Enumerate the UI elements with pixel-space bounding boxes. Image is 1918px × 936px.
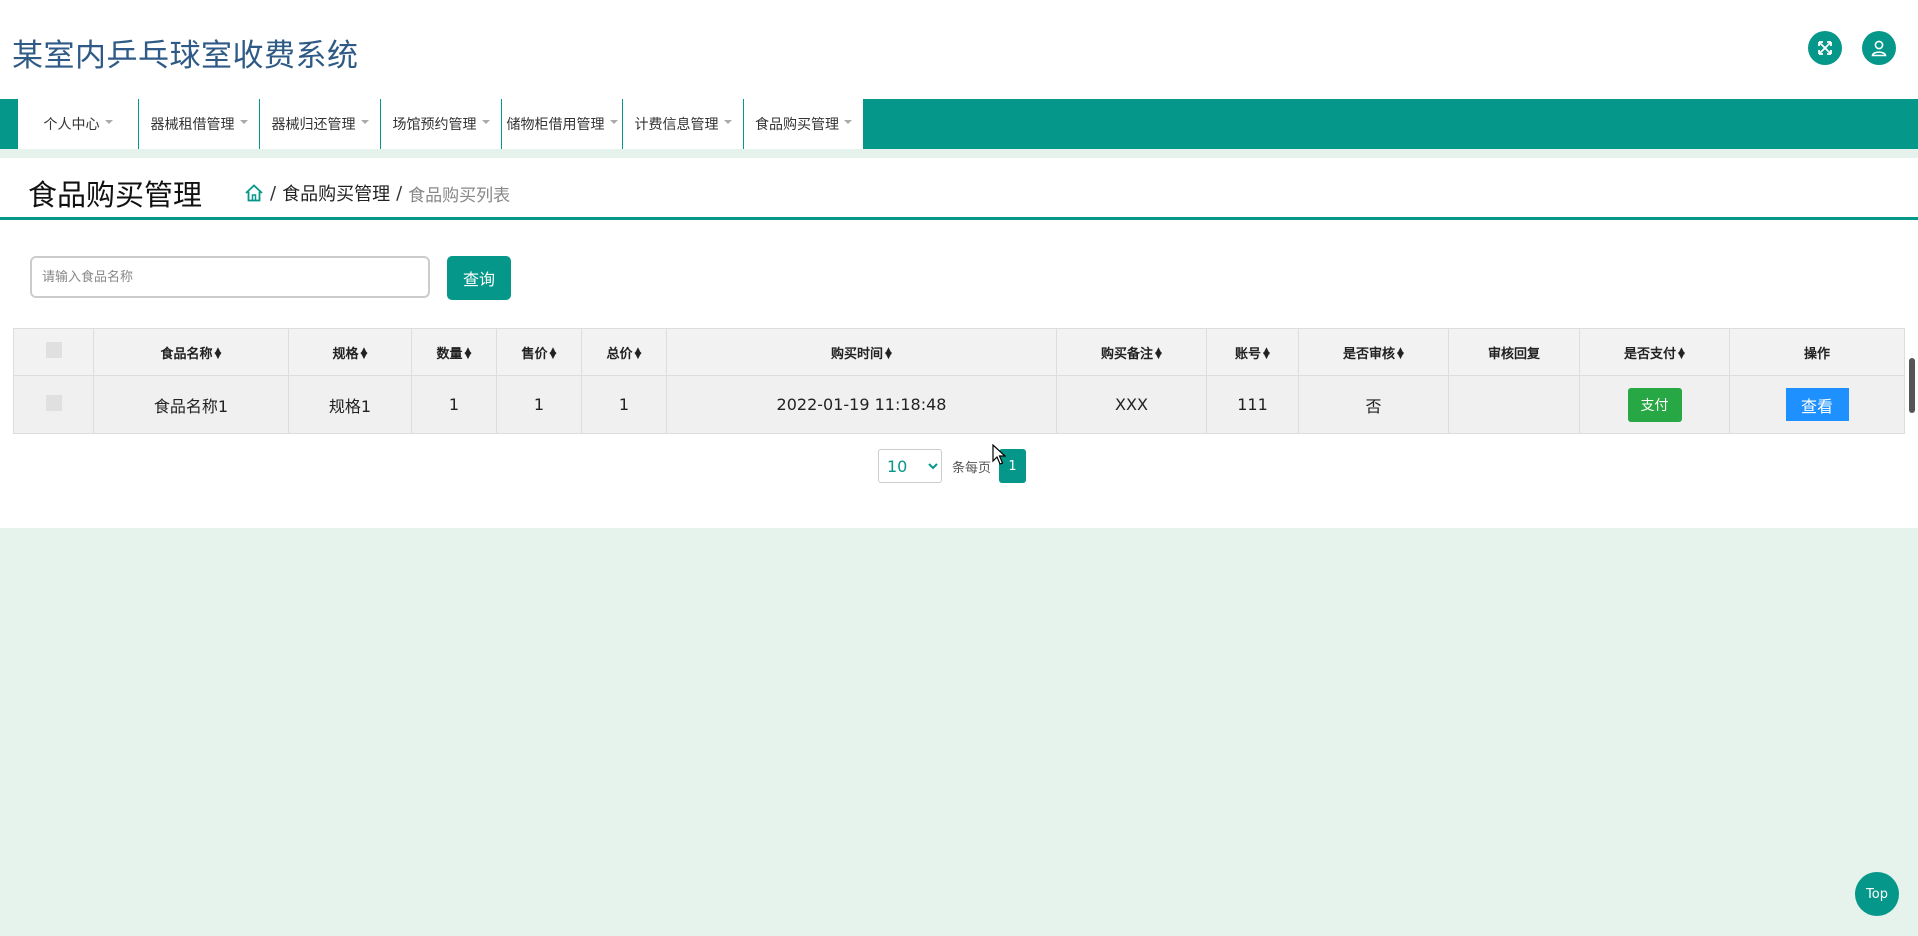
home-icon[interactable]	[244, 183, 264, 203]
nav-item-equipment-rental[interactable]: 器械租借管理	[139, 99, 260, 149]
column-header[interactable]: 是否支付 ▲ ▼	[1579, 328, 1730, 376]
cell-total: 1	[581, 375, 667, 434]
table-row: 食品名称1 规格1 1 1 1 2022-01-19 11:18:48 XXX …	[13, 375, 1905, 434]
sort-icon: ▲ ▼	[464, 346, 472, 361]
nav-item-label: 计费信息管理	[634, 117, 719, 133]
per-page-label: 条每页	[952, 460, 992, 476]
main-nav: 个人中心 器械租借管理 器械归还管理 场馆预约管理 储物柜借用管理 计费信息管理…	[0, 99, 1918, 149]
cell-qty: 1	[411, 375, 497, 434]
column-header[interactable]: 规格 ▲ ▼	[288, 328, 412, 376]
content-panel: 食品购买管理 / 食品购买管理 / 食品购买列表 查询 食品名称▲▼ 规格	[0, 158, 1918, 528]
nav-item-billing-info[interactable]: 计费信息管理	[623, 99, 744, 149]
cell-reviewed: 否	[1298, 375, 1449, 434]
scrollbar[interactable]	[1906, 355, 1918, 417]
back-to-top-button[interactable]: Top	[1855, 872, 1899, 916]
cell-time: 2022-01-19 11:18:48	[666, 375, 1057, 434]
breadcrumb-separator: /	[396, 182, 403, 204]
column-header[interactable]: 售价 ▲ ▼	[496, 328, 582, 376]
cell-name: 食品名称1	[93, 375, 289, 434]
fullscreen-button[interactable]	[1808, 31, 1842, 65]
row-select-cell	[13, 375, 94, 434]
column-header[interactable]: 购买时间 ▲ ▼	[666, 328, 1057, 376]
caret-down-icon	[239, 120, 248, 124]
nav-item-label: 器械租借管理	[150, 117, 235, 133]
cell-account: 111	[1206, 375, 1299, 434]
cell-reply	[1448, 375, 1580, 434]
pay-button[interactable]: 支付	[1627, 387, 1682, 422]
search-button[interactable]: 查询	[447, 256, 511, 300]
column-header[interactable]: 总价 ▲ ▼	[581, 328, 667, 376]
sort-icon: ▲ ▼	[885, 346, 892, 361]
search-input[interactable]	[30, 256, 430, 298]
caret-down-icon	[609, 120, 618, 124]
user-button[interactable]	[1862, 31, 1896, 65]
cell-payment: 支付	[1579, 375, 1730, 434]
column-header: 操作	[1729, 328, 1905, 376]
nav-item-label: 场馆预约管理	[392, 117, 477, 133]
nav-item-venue-booking[interactable]: 场馆预约管理	[381, 99, 502, 149]
app-title: 某室内乒乓球室收费系统	[12, 38, 359, 74]
food-purchase-table: 食品名称 ▲ ▼ 规格 ▲ ▼ 数量 ▲ ▼ 售价 ▲ ▼ 总价 ▲ ▼ 购买时间 ▲ ▼ 购买备注 ▲ ▼…	[13, 328, 1905, 434]
column-header[interactable]: 食品名称 ▲ ▼	[93, 328, 289, 376]
table-header-row: 食品名称 ▲ ▼ 规格 ▲ ▼ 数量 ▲ ▼ 售价 ▲ ▼ 总价 ▲ ▼ 购买时间 ▲ ▼ 购买备注 ▲ ▼…	[13, 328, 1905, 376]
breadcrumb: / 食品购买管理 / 食品购买列表	[244, 180, 510, 206]
cell-actions: 查看	[1729, 375, 1905, 434]
header-bar: 某室内乒乓球室收费系统	[0, 0, 1918, 99]
column-header[interactable]: 数量 ▲ ▼	[411, 328, 497, 376]
nav-item-locker-borrow[interactable]: 储物柜借用管理	[502, 99, 623, 149]
cell-spec: 规格1	[288, 375, 412, 434]
sort-icon: ▲ ▼	[549, 346, 557, 361]
page-header: 食品购买管理 / 食品购买管理 / 食品购买列表	[0, 158, 1918, 220]
sort-icon: ▲ ▼	[1263, 346, 1270, 361]
column-header: 审核回复	[1448, 328, 1580, 376]
column-header[interactable]: 是否审核 ▲ ▼	[1298, 328, 1449, 376]
nav-item-food-purchase[interactable]: 食品购买管理	[744, 99, 864, 149]
breadcrumb-current: 食品购买列表	[408, 185, 511, 206]
sort-icon: ▲ ▼	[634, 346, 642, 361]
mouse-cursor-icon	[992, 444, 1006, 465]
sort-icon: ▲ ▼	[1397, 346, 1404, 361]
cell-note: XXX	[1056, 375, 1207, 434]
select-all-cell	[13, 328, 94, 376]
nav-item-label: 器械归还管理	[271, 117, 356, 133]
nav-item-equipment-return[interactable]: 器械归还管理	[260, 99, 381, 149]
select-all-checkbox[interactable]	[45, 342, 62, 358]
column-header[interactable]: 账号 ▲ ▼	[1206, 328, 1299, 376]
sort-icon: ▲ ▼	[214, 346, 222, 361]
nav-item-personal-center[interactable]: 个人中心	[18, 99, 139, 149]
sort-icon: ▲ ▼	[1155, 346, 1162, 361]
caret-down-icon	[844, 120, 852, 124]
caret-down-icon	[104, 120, 113, 124]
nav-item-label: 储物柜借用管理	[506, 117, 605, 133]
row-checkbox[interactable]	[45, 394, 62, 411]
expand-icon	[1818, 41, 1832, 55]
sort-icon: ▲ ▼	[1678, 346, 1685, 361]
scrollbar-thumb[interactable]	[1909, 358, 1915, 413]
caret-down-icon	[360, 120, 369, 124]
caret-down-icon	[481, 120, 490, 124]
column-header[interactable]: 购买备注 ▲ ▼	[1056, 328, 1207, 376]
nav-item-label: 个人中心	[43, 117, 100, 133]
page-title: 食品购买管理	[28, 178, 203, 212]
nav-item-label: 食品购买管理	[755, 117, 839, 133]
breadcrumb-parent[interactable]: 食品购买管理	[282, 180, 390, 206]
caret-down-icon	[723, 120, 732, 124]
breadcrumb-separator: /	[270, 182, 277, 204]
cell-price: 1	[496, 375, 582, 434]
sort-icon: ▲ ▼	[360, 346, 368, 361]
divider	[0, 149, 1918, 158]
user-icon	[1871, 40, 1887, 57]
page-size-select[interactable]: 10	[878, 449, 942, 483]
view-button[interactable]: 查看	[1785, 388, 1849, 421]
